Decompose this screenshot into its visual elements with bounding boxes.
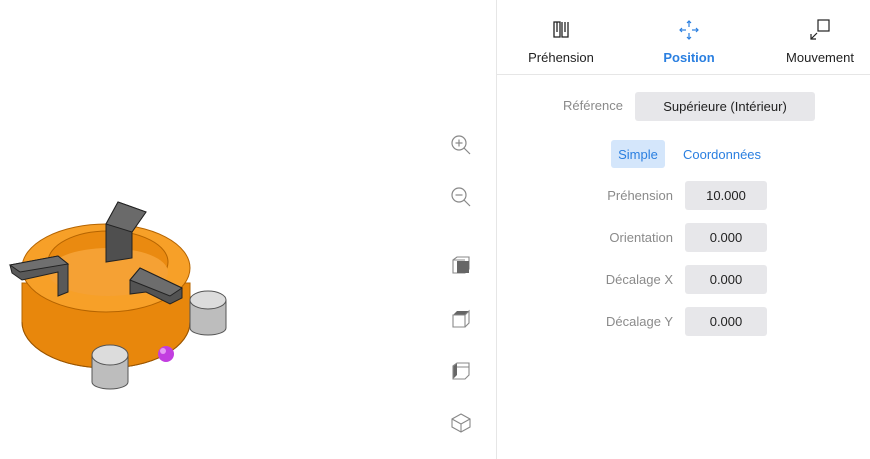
tab-prehension[interactable]: Préhension [519,0,603,74]
field-row-offset-x: Décalage X 0.000 [497,265,870,294]
offset-y-input[interactable]: 0.000 [685,307,767,336]
zoom-out-icon[interactable] [444,180,478,214]
prehension-input[interactable]: 10.000 [685,181,767,210]
mode-simple-button[interactable]: Simple [611,140,665,168]
tab-label: Position [663,50,715,65]
view-side-icon[interactable] [444,354,478,388]
zoom-in-icon[interactable] [444,128,478,162]
mode-coordinates-button[interactable]: Coordonnées [677,140,767,168]
field-label: Décalage Y [606,314,673,329]
view-front-icon[interactable] [444,248,478,282]
part-scene [8,201,227,390]
field-label: Orientation [609,230,673,245]
gripper-icon [551,16,571,44]
field-label: Décalage X [605,272,673,287]
field-row-orientation: Orientation 0.000 [497,223,870,252]
tab-label: Préhension [528,50,594,65]
tab-mouvement[interactable]: Mouvement [781,0,859,74]
properties-panel: Préhension Position Mouvement Référence … [496,0,870,459]
tab-position[interactable]: Position [649,0,729,74]
move-arrows-icon [677,16,701,44]
field-label: Préhension [607,188,673,203]
reference-select[interactable]: Supérieure (Intérieur) [635,92,815,121]
field-row-prehension: Préhension 10.000 [497,181,870,210]
reference-label: Référence [563,98,623,113]
tab-bar: Préhension Position Mouvement [497,0,870,75]
offset-x-input[interactable]: 0.000 [685,265,767,294]
view-top-icon[interactable] [444,302,478,336]
movement-icon [808,16,832,44]
view-toolbar [444,0,478,459]
tab-label: Mouvement [786,50,854,65]
orientation-input[interactable]: 0.000 [685,223,767,252]
3d-viewport[interactable] [0,0,440,459]
view-iso-icon[interactable] [444,406,478,440]
field-row-offset-y: Décalage Y 0.000 [497,307,870,336]
